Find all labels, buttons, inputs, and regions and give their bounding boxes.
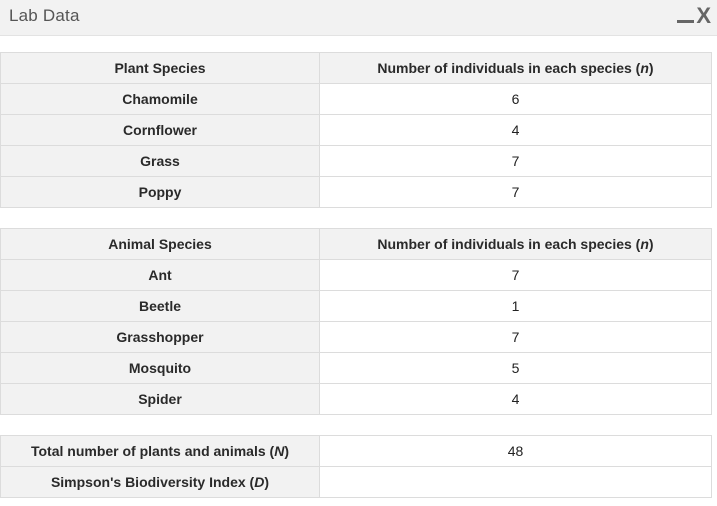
- animal-species-header: Animal Species: [0, 228, 320, 260]
- plant-species-cell: Poppy: [0, 176, 320, 208]
- count-header-suffix: ): [648, 236, 654, 252]
- plant-count-cell: 7: [319, 176, 712, 208]
- plant-count-cell: 6: [319, 83, 712, 115]
- title-bar: Lab Data X: [0, 0, 717, 36]
- count-header-prefix: Number of individuals in each species (: [377, 236, 641, 252]
- count-header-suffix: ): [648, 60, 654, 76]
- animal-count-header: Number of individuals in each species (n…: [319, 228, 712, 260]
- animal-species-cell: Spider: [0, 383, 320, 415]
- plant-count-cell: 7: [319, 145, 712, 177]
- total-value: 48: [319, 435, 712, 467]
- plant-species-cell: Cornflower: [0, 114, 320, 146]
- animal-species-cell: Grasshopper: [0, 321, 320, 353]
- lab-data-window: Lab Data X Plant Species Number of indiv…: [0, 0, 717, 506]
- minimize-icon[interactable]: [677, 3, 695, 29]
- plant-species-cell: Chamomile: [0, 83, 320, 115]
- count-header-variable: n: [640, 236, 649, 252]
- animal-row: Mosquito 5: [0, 352, 712, 384]
- animal-species-cell: Mosquito: [0, 352, 320, 384]
- count-header-variable: n: [640, 60, 649, 76]
- plant-row: Cornflower 4: [0, 114, 712, 146]
- animal-count-cell: 7: [319, 259, 712, 291]
- table-header-row: Animal Species Number of individuals in …: [0, 228, 712, 260]
- plant-species-cell: Grass: [0, 145, 320, 177]
- index-label-prefix: Simpson's Biodiversity Index (: [50, 474, 255, 490]
- animal-species-cell: Ant: [0, 259, 320, 291]
- plant-count-cell: 4: [319, 114, 712, 146]
- animal-count-cell: 1: [319, 290, 712, 322]
- total-label: Total number of plants and animals (N): [0, 435, 320, 467]
- total-label-prefix: Total number of plants and animals (: [30, 443, 275, 459]
- animal-row: Beetle 1: [0, 290, 712, 322]
- window-title: Lab Data: [9, 6, 80, 25]
- plant-row: Grass 7: [0, 145, 712, 177]
- plant-count-header: Number of individuals in each species (n…: [319, 52, 712, 84]
- table-header-row: Plant Species Number of individuals in e…: [0, 52, 712, 84]
- animal-count-cell: 4: [319, 383, 712, 415]
- index-value-cell[interactable]: [319, 466, 712, 498]
- plant-row: Chamomile 6: [0, 83, 712, 115]
- plant-row: Poppy 7: [0, 176, 712, 208]
- summary-table: Total number of plants and animals (N) 4…: [0, 435, 712, 498]
- plant-species-header: Plant Species: [0, 52, 320, 84]
- index-label: Simpson's Biodiversity Index (D): [0, 466, 320, 498]
- index-label-variable: D: [254, 474, 265, 490]
- window-controls: X: [677, 3, 711, 29]
- close-icon[interactable]: X: [696, 3, 711, 29]
- animal-row: Grasshopper 7: [0, 321, 712, 353]
- plant-species-table: Plant Species Number of individuals in e…: [0, 52, 712, 208]
- index-label-suffix: ): [264, 474, 270, 490]
- animal-row: Spider 4: [0, 383, 712, 415]
- animal-species-cell: Beetle: [0, 290, 320, 322]
- index-row: Simpson's Biodiversity Index (D): [0, 466, 712, 498]
- count-header-prefix: Number of individuals in each species (: [377, 60, 641, 76]
- animal-count-cell: 7: [319, 321, 712, 353]
- animal-row: Ant 7: [0, 259, 712, 291]
- animal-count-cell: 5: [319, 352, 712, 384]
- animal-species-table: Animal Species Number of individuals in …: [0, 228, 712, 415]
- total-label-suffix: ): [284, 443, 289, 459]
- total-row: Total number of plants and animals (N) 4…: [0, 435, 712, 467]
- total-label-variable: N: [274, 443, 285, 459]
